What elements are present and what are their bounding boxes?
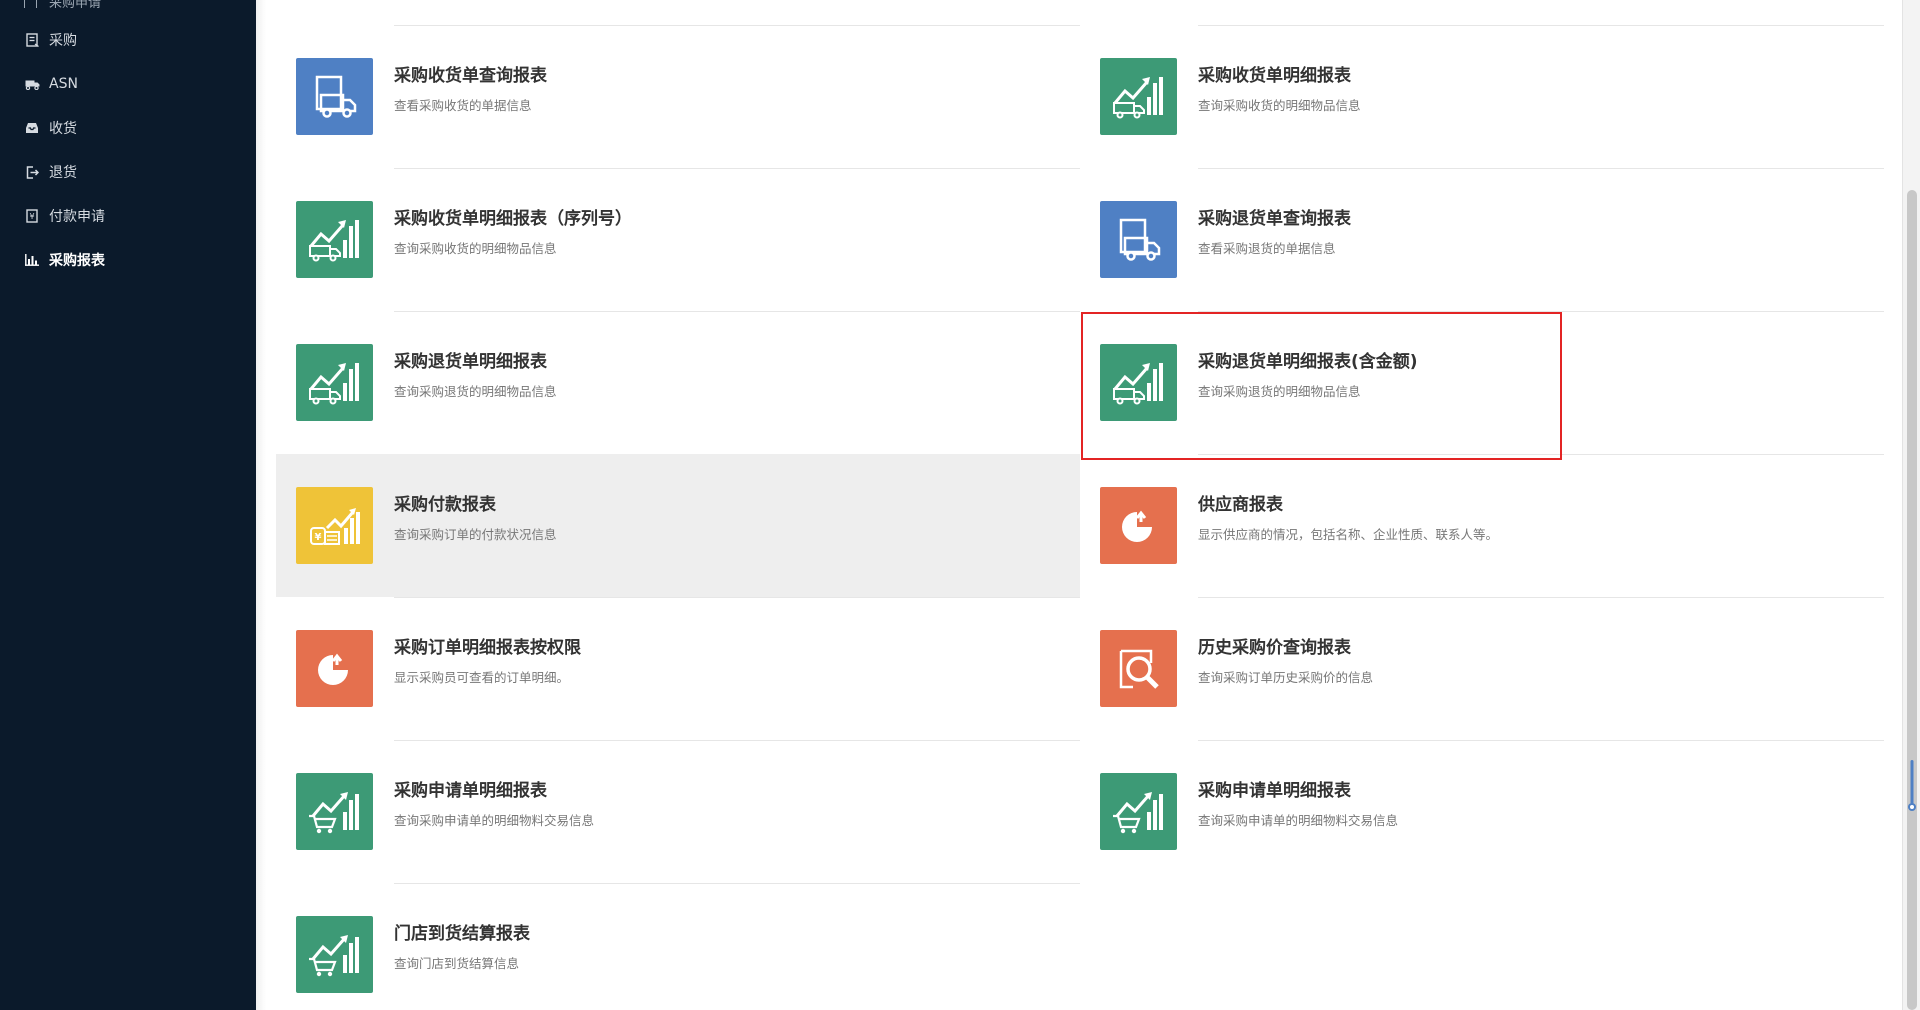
payment-icon: ¥ bbox=[24, 208, 40, 224]
card-divider bbox=[1198, 740, 1884, 741]
card-divider bbox=[394, 311, 1080, 312]
card-divider bbox=[1198, 454, 1884, 455]
sidebar-item-label: 采购报表 bbox=[49, 253, 105, 269]
report-card[interactable]: 采购申请单明细报表 查询采购申请单的明细物料交易信息 bbox=[1080, 740, 1884, 883]
report-card[interactable]: 采购退货单明细报表(含金额) 查询采购退货的明细物品信息 bbox=[1080, 311, 1884, 454]
report-card[interactable]: 供应商报表 显示供应商的情况，包括名称、企业性质、联系人等。 bbox=[1080, 454, 1884, 597]
magnifier-icon bbox=[1100, 630, 1177, 707]
truck-chart-icon bbox=[296, 201, 373, 278]
truck-chart-icon bbox=[296, 344, 373, 421]
report-description: 查询采购订单的付款状况信息 bbox=[394, 527, 557, 542]
cart-chart-icon bbox=[1100, 773, 1177, 850]
bar-chart-icon bbox=[24, 252, 40, 268]
vertical-scrollbar[interactable] bbox=[1902, 0, 1920, 1010]
app-root: 采购申请 采购 ASN 收货 退货 ¥ 付款申请 采购报表 采购收货单查询报表 … bbox=[0, 0, 1920, 1010]
sidebar-item-receiving[interactable]: 收货 bbox=[0, 112, 256, 144]
report-card[interactable]: 采购收货单查询报表 查看采购收货的单据信息 bbox=[276, 25, 1080, 168]
report-description: 显示供应商的情况，包括名称、企业性质、联系人等。 bbox=[1198, 527, 1499, 542]
report-title: 采购收货单明细报表（序列号） bbox=[394, 209, 632, 229]
report-title: 采购申请单明细报表 bbox=[394, 781, 547, 801]
sidebar-item-partial[interactable]: 采购申请 bbox=[24, 0, 101, 8]
sidebar-item-return[interactable]: 退货 bbox=[0, 156, 256, 188]
report-description: 查看采购收货的单据信息 bbox=[394, 98, 532, 113]
card-divider bbox=[1198, 311, 1884, 312]
truck-document-icon bbox=[296, 58, 373, 135]
return-icon bbox=[24, 164, 40, 180]
report-title: 采购付款报表 bbox=[394, 495, 496, 515]
report-title: 采购退货单查询报表 bbox=[1198, 209, 1351, 229]
svg-text:¥: ¥ bbox=[314, 532, 321, 543]
pie-chart-icon bbox=[1100, 487, 1177, 564]
report-description: 查询采购收货的明细物品信息 bbox=[1198, 98, 1361, 113]
cart-chart-icon bbox=[296, 916, 373, 993]
report-description: 查询采购退货的明细物品信息 bbox=[1198, 384, 1361, 399]
sidebar-item-payment-request[interactable]: ¥ 付款申请 bbox=[0, 200, 256, 232]
sidebar-item-label: 退货 bbox=[49, 165, 77, 181]
card-divider bbox=[394, 740, 1080, 741]
report-card[interactable]: 采购申请单明细报表 查询采购申请单的明细物料交易信息 bbox=[276, 740, 1080, 883]
sidebar-item-purchase[interactable]: 采购 bbox=[0, 24, 256, 56]
sidebar-item-label: 采购申请 bbox=[49, 0, 102, 8]
report-card[interactable]: 历史采购价查询报表 查询采购订单历史采购价的信息 bbox=[1080, 597, 1884, 740]
truck-icon bbox=[24, 76, 40, 92]
pie-chart-icon bbox=[296, 630, 373, 707]
card-divider bbox=[1198, 168, 1884, 169]
report-title: 采购收货单明细报表 bbox=[1198, 66, 1351, 86]
report-card[interactable]: 门店到货结算报表 查询门店到货结算信息 bbox=[276, 883, 1080, 1010]
report-title: 采购退货单明细报表 bbox=[394, 352, 547, 372]
report-description: 显示采购员可查看的订单明细。 bbox=[394, 670, 570, 685]
report-description: 查询采购申请单的明细物料交易信息 bbox=[1198, 813, 1399, 828]
sidebar-item-label: 付款申请 bbox=[49, 209, 105, 225]
card-divider bbox=[394, 25, 1080, 26]
report-card[interactable]: 采购订单明细报表按权限 显示采购员可查看的订单明细。 bbox=[276, 597, 1080, 740]
truck-document-icon bbox=[1100, 201, 1177, 278]
card-divider bbox=[394, 168, 1080, 169]
payment-chart-icon: ¥ bbox=[296, 487, 373, 564]
report-description: 查询采购退货的明细物品信息 bbox=[394, 384, 557, 399]
sidebar-item-label: 收货 bbox=[49, 121, 77, 137]
scrollbar-thumb[interactable] bbox=[1907, 190, 1917, 1010]
document-icon bbox=[24, 32, 40, 48]
report-description: 查看采购退货的单据信息 bbox=[1198, 241, 1336, 256]
svg-text:¥: ¥ bbox=[29, 212, 34, 221]
sidebar-item-purchase-reports[interactable]: 采购报表 bbox=[0, 244, 256, 276]
report-title: 门店到货结算报表 bbox=[394, 924, 530, 944]
sidebar-item-label: 采购 bbox=[49, 33, 77, 49]
sidebar-shadow bbox=[256, 0, 266, 1010]
card-divider bbox=[394, 883, 1080, 884]
report-card[interactable]: 采购退货单明细报表 查询采购退货的明细物品信息 bbox=[276, 311, 1080, 454]
report-description: 查询采购申请单的明细物料交易信息 bbox=[394, 813, 595, 828]
report-title: 采购订单明细报表按权限 bbox=[394, 638, 581, 658]
card-divider bbox=[1198, 597, 1884, 598]
report-card[interactable]: 采购退货单查询报表 查看采购退货的单据信息 bbox=[1080, 168, 1884, 311]
report-title: 采购收货单查询报表 bbox=[394, 66, 547, 86]
sidebar-item-label: ASN bbox=[49, 76, 78, 92]
report-card[interactable]: 采购收货单明细报表（序列号） 查询采购收货的明细物品信息 bbox=[276, 168, 1080, 311]
sidebar-item-asn[interactable]: ASN bbox=[0, 68, 256, 100]
report-title: 供应商报表 bbox=[1198, 495, 1283, 515]
cart-chart-icon bbox=[296, 773, 373, 850]
sidebar: 采购申请 采购 ASN 收货 退货 ¥ 付款申请 采购报表 bbox=[0, 0, 256, 1010]
document-icon bbox=[24, 0, 37, 8]
report-description: 查询门店到货结算信息 bbox=[394, 956, 520, 971]
inbox-icon bbox=[24, 120, 40, 136]
report-description: 查询采购收货的明细物品信息 bbox=[394, 241, 557, 256]
card-divider bbox=[1198, 25, 1884, 26]
report-title: 历史采购价查询报表 bbox=[1198, 638, 1351, 658]
report-card[interactable]: ¥ 采购付款报表 查询采购订单的付款状况信息 bbox=[276, 454, 1080, 597]
scroll-indicator-icon bbox=[1908, 760, 1916, 811]
report-title: 采购申请单明细报表 bbox=[1198, 781, 1351, 801]
report-card[interactable]: 采购收货单明细报表 查询采购收货的明细物品信息 bbox=[1080, 25, 1884, 168]
truck-chart-icon bbox=[1100, 58, 1177, 135]
truck-chart-icon bbox=[1100, 344, 1177, 421]
card-divider bbox=[394, 597, 1080, 598]
report-description: 查询采购订单历史采购价的信息 bbox=[1198, 670, 1374, 685]
report-title: 采购退货单明细报表(含金额) bbox=[1198, 352, 1418, 372]
